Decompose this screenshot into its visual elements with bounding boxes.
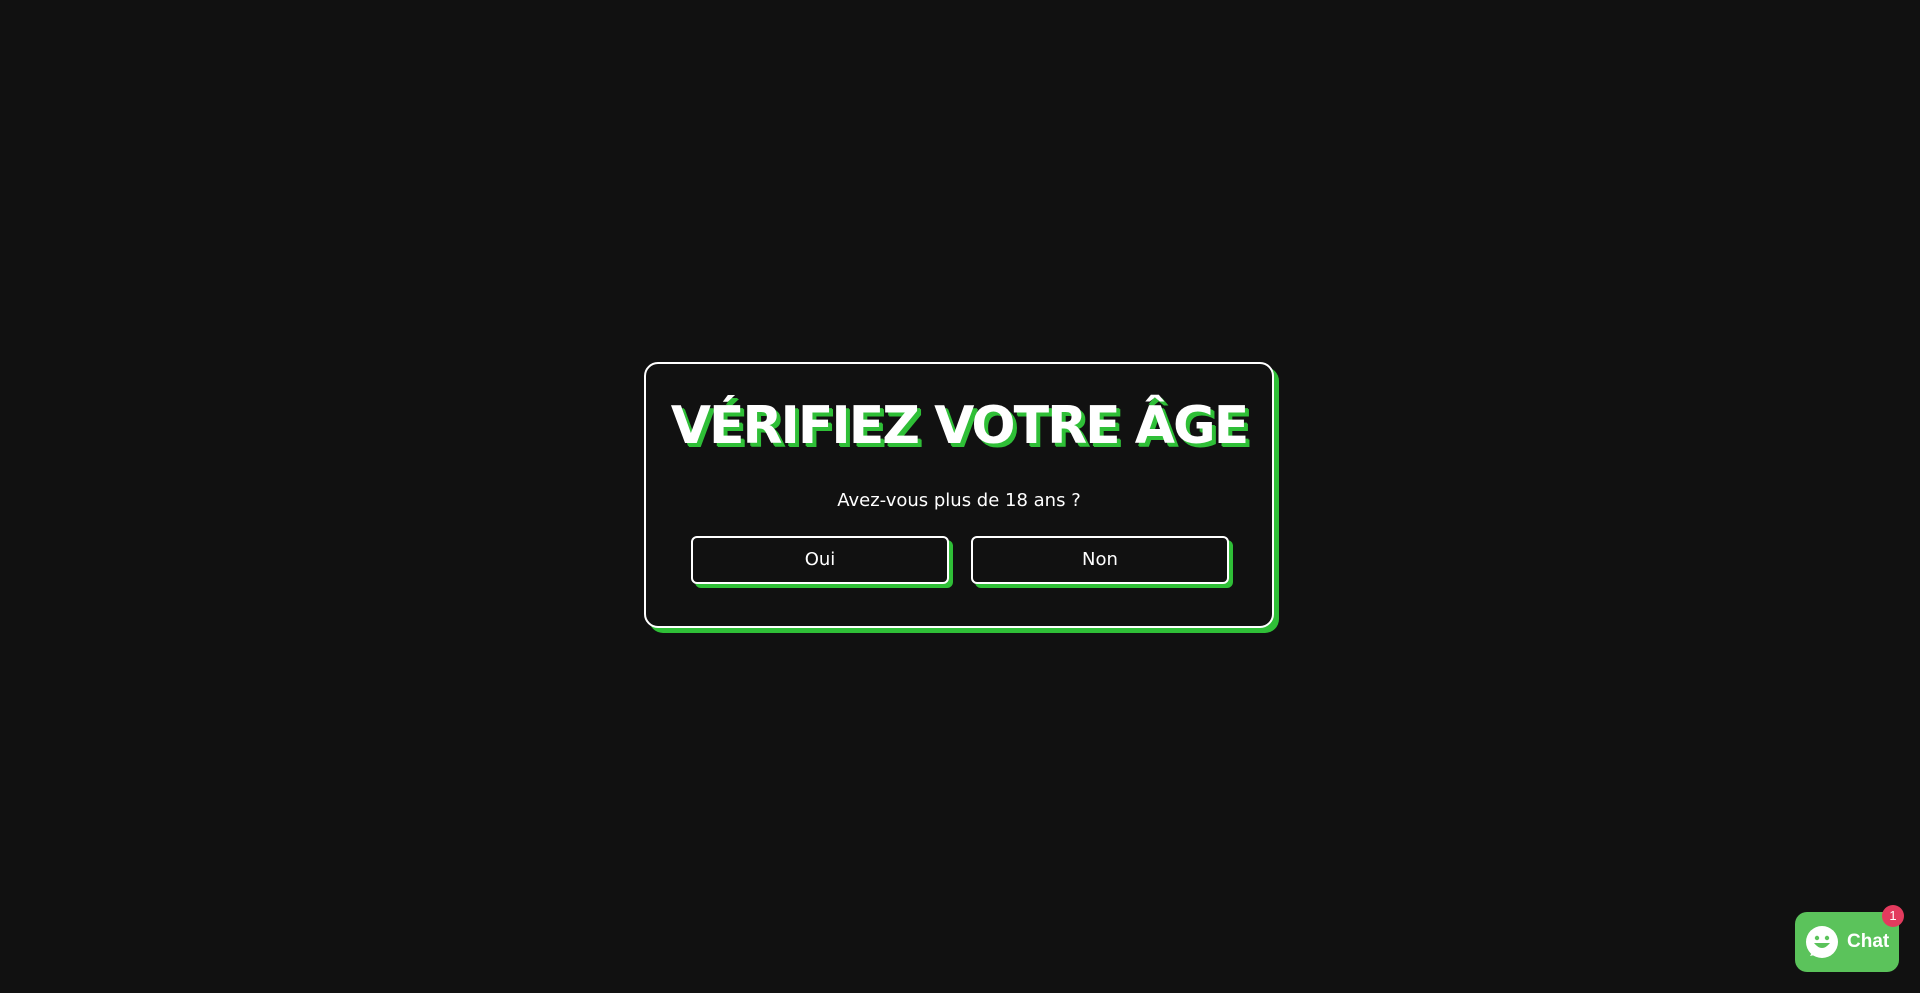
no-button[interactable]: Non <box>971 536 1229 584</box>
chat-notification-badge: 1 <box>1882 905 1904 927</box>
yes-button[interactable]: Oui <box>691 536 949 584</box>
age-verification-modal: VÉRIFIEZ VOTRE ÂGE Avez-vous plus de 18 … <box>644 362 1274 628</box>
chat-smiley-icon <box>1806 926 1838 958</box>
page-background: VÉRIFIEZ VOTRE ÂGE Avez-vous plus de 18 … <box>0 0 1920 993</box>
modal-title: VÉRIFIEZ VOTRE ÂGE <box>670 396 1249 456</box>
age-question: Avez-vous plus de 18 ans ? <box>837 490 1081 511</box>
chat-label: Chat <box>1847 931 1890 952</box>
